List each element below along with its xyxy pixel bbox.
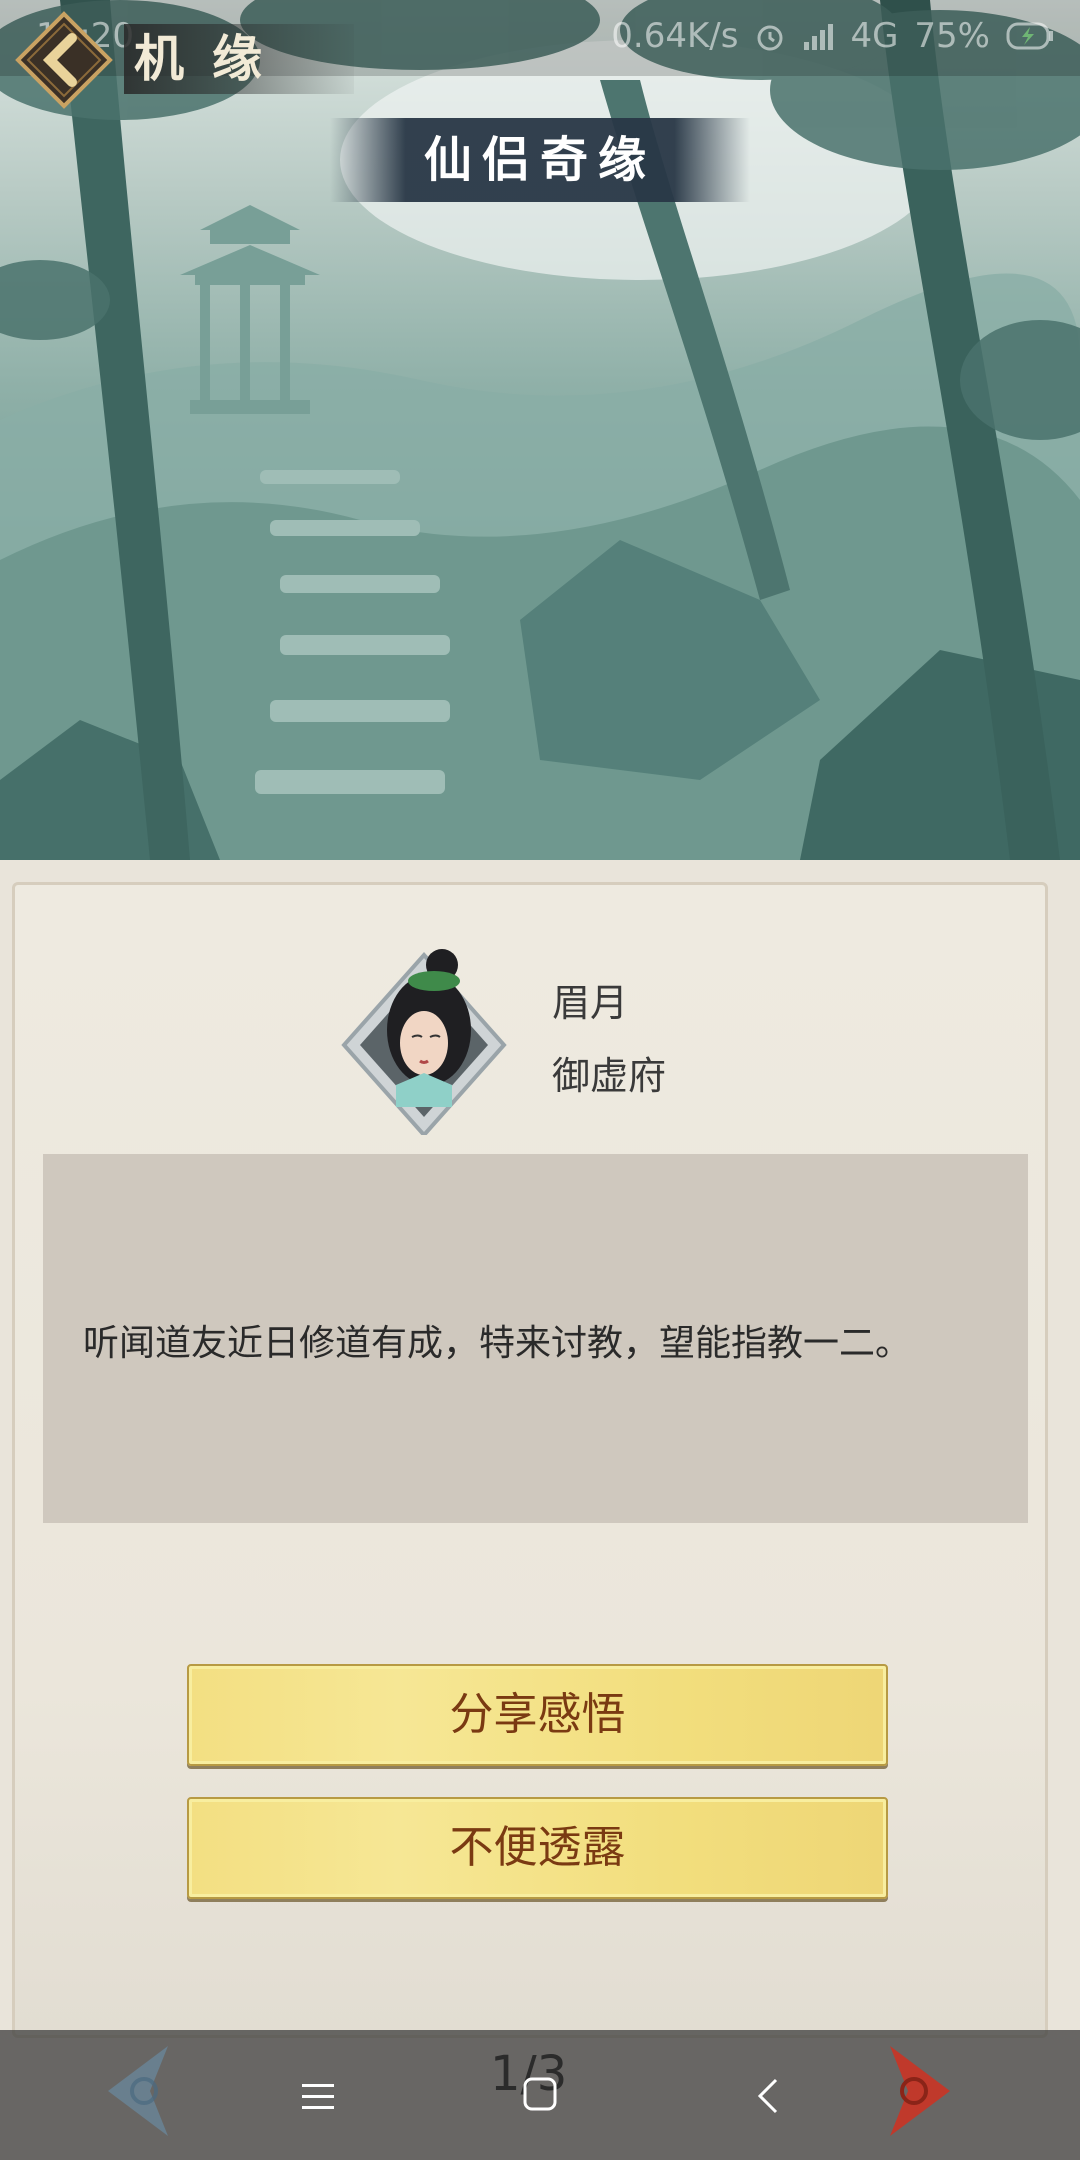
signal-icon [804,24,834,50]
alarm-icon [757,25,783,51]
network-speed: 0.64K/s [611,16,739,56]
page-title: 机缘 [124,24,354,94]
npc-portrait [341,949,507,1135]
choice-decline-button[interactable]: 不便透露 [187,1797,888,1899]
battery-percent: 75% [914,16,990,56]
network-type: 4G [850,16,899,56]
status-right-group: 0.64K/s 4G 75% [611,16,1056,56]
system-home-icon[interactable] [522,2076,558,2112]
next-page-arrow-icon[interactable] [880,2036,960,2146]
back-button[interactable] [14,10,114,110]
system-menu-icon[interactable] [298,2076,338,2116]
battery-icon [1006,22,1053,50]
dialog-box: 听闻道友近日修道有成，特来讨教，望能指教一二。 [43,1154,1028,1523]
npc-name: 眉月 [552,981,629,1025]
dialog-text: 听闻道友近日修道有成，特来讨教，望能指教一二。 [83,1323,912,1364]
choice-share-insight-button[interactable]: 分享感悟 [187,1664,888,1766]
system-back-icon[interactable] [754,2076,784,2116]
event-banner: 仙侣奇缘 [330,118,750,202]
npc-sect: 御虚府 [552,1054,667,1098]
prev-page-arrow-icon[interactable] [98,2036,178,2146]
